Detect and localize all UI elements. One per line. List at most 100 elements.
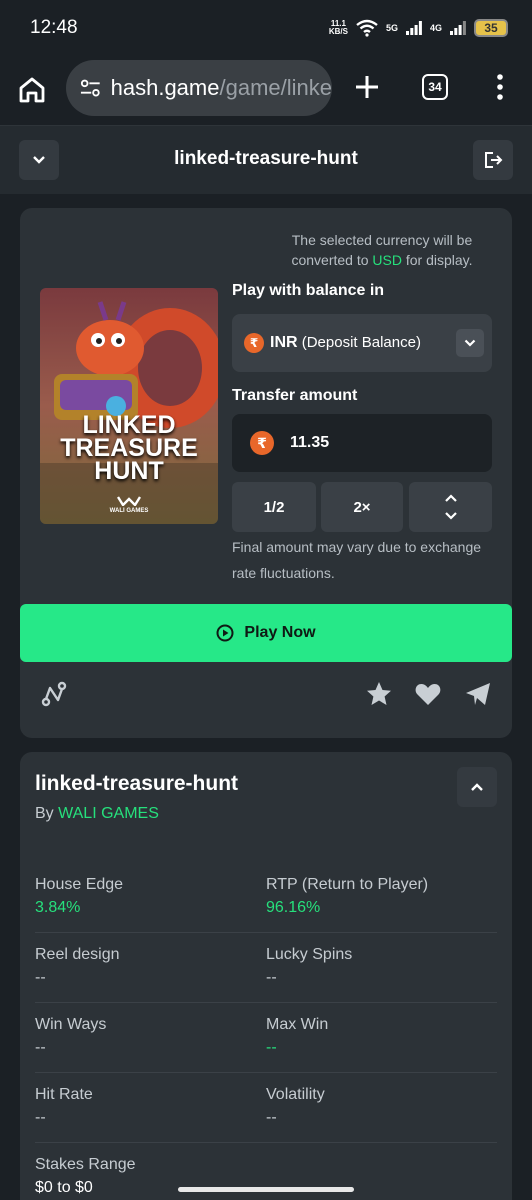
game-provider-line: By WALI GAMES: [35, 805, 159, 823]
network-5g-label: 5G: [385, 23, 398, 33]
rupee-coin-icon: ₹: [250, 431, 274, 455]
battery-icon: 35: [474, 19, 508, 37]
rupee-coin-icon: ₹: [244, 333, 264, 353]
currency-select-value: INR (Deposit Balance): [270, 334, 421, 352]
heart-icon[interactable]: [414, 680, 442, 708]
final-amount-note: Final amount may vary due to exchange ra…: [232, 539, 482, 581]
game-info-card: linked-treasure-hunt By WALI GAMES House…: [20, 752, 512, 1200]
stat-lucky-spins: Lucky Spins --: [266, 946, 496, 987]
home-indicator[interactable]: [178, 1187, 354, 1192]
exit-icon: [485, 152, 503, 168]
currency-select[interactable]: ₹ INR (Deposit Balance): [232, 314, 492, 372]
currency-symbol: ₹: [257, 434, 267, 451]
play-now-button[interactable]: Play Now: [20, 604, 512, 662]
stat-value: --: [266, 969, 277, 986]
status-icons: 11.1 KB/S 5G 4G 35: [329, 19, 508, 37]
double-button[interactable]: 2×: [321, 482, 403, 532]
stat-label: RTP (Return to Player): [266, 876, 429, 893]
game-info-title: linked-treasure-hunt: [35, 772, 239, 795]
stat-house-edge: House Edge 3.84%: [35, 876, 265, 917]
game-thumbnail[interactable]: LINKED TREASURE HUNT WALI GAMES: [40, 288, 218, 524]
url-host: hash.game: [110, 75, 220, 100]
tab-count: 34: [428, 80, 442, 94]
stat-label: Max Win: [266, 1016, 329, 1033]
row-divider: [35, 1072, 497, 1073]
half-button[interactable]: 1/2: [232, 482, 316, 532]
collapse-info-button[interactable]: [457, 767, 497, 807]
battery-level: 35: [484, 21, 498, 35]
url-path: /game/linke: [219, 75, 332, 100]
provider-logo-text: WALI GAMES: [109, 508, 149, 514]
balance-label: Play with balance in: [232, 282, 385, 299]
stat-value: --: [35, 969, 46, 986]
amount-stepper-button[interactable]: [409, 482, 492, 532]
tab-switcher-button[interactable]: 34: [422, 74, 448, 100]
stat-reel-design: Reel design --: [35, 946, 265, 987]
exit-game-button[interactable]: [473, 140, 513, 180]
network-speed: 11.1 KB/S: [329, 20, 348, 36]
up-down-chevron-icon: [444, 494, 457, 520]
stat-win-ways: Win Ways --: [35, 1016, 265, 1057]
stat-max-win: Max Win --: [266, 1016, 496, 1057]
currency-code: INR: [270, 334, 298, 351]
page-title: linked-treasure-hunt: [174, 148, 358, 169]
row-divider: [35, 932, 497, 933]
provider-prefix: By: [35, 805, 59, 822]
network-4g-label: 4G: [429, 23, 442, 33]
provider-link[interactable]: WALI GAMES: [58, 805, 159, 822]
site-settings-icon[interactable]: [80, 78, 101, 98]
status-bar: 12:48 11.1 KB/S 5G 4G 35: [0, 0, 532, 56]
play-circle-icon: [216, 624, 234, 642]
currency-note-usd: USD: [372, 252, 402, 268]
stat-rtp: RTP (Return to Player) 96.16%: [266, 876, 496, 917]
stat-volatility: Volatility --: [266, 1086, 496, 1127]
stat-label: Volatility: [266, 1086, 325, 1103]
stat-hit-rate: Hit Rate --: [35, 1086, 265, 1127]
stat-label: House Edge: [35, 876, 124, 893]
game-logo-line: HUNT: [94, 457, 164, 485]
new-tab-icon[interactable]: [350, 70, 384, 104]
network-speed-unit: KB/S: [328, 27, 348, 36]
transfer-label: Transfer amount: [232, 387, 358, 404]
stat-value: 3.84%: [35, 899, 81, 916]
play-now-label: Play Now: [244, 624, 316, 641]
amount-value: 11.35: [290, 434, 330, 451]
stat-label: Lucky Spins: [266, 946, 353, 963]
star-icon[interactable]: [365, 680, 393, 708]
stat-label: Hit Rate: [35, 1086, 93, 1103]
stat-value: 96.16%: [266, 899, 321, 916]
stat-value: --: [266, 1109, 277, 1126]
more-menu-icon[interactable]: [488, 72, 512, 102]
stat-label: Win Ways: [35, 1016, 107, 1033]
chevron-up-icon: [471, 783, 483, 791]
browser-toolbar: hash.game/game/linke 34: [0, 56, 532, 124]
currency-note-suffix: for display.: [401, 252, 473, 268]
signal-icon: [405, 21, 422, 35]
stat-value: --: [35, 1109, 46, 1126]
stat-value: --: [35, 1039, 46, 1056]
provider-logo: WALI GAMES: [40, 496, 218, 514]
row-divider: [35, 1142, 497, 1143]
game-logo-title: LINKED TREASURE HUNT: [40, 413, 218, 485]
wifi-icon: [356, 19, 378, 37]
chevron-down-icon[interactable]: [456, 329, 484, 357]
currency-symbol: ₹: [249, 336, 259, 350]
home-icon[interactable]: [16, 74, 48, 106]
currency-desc: (Deposit Balance): [301, 334, 421, 351]
telegram-icon[interactable]: [464, 680, 492, 708]
stat-label: Stakes Range: [35, 1156, 136, 1173]
route-icon[interactable]: [40, 680, 68, 708]
url-text: hash.game/game/linke: [111, 75, 332, 101]
signal-icon: [450, 21, 466, 35]
amount-input[interactable]: ₹ 11.35: [232, 414, 492, 472]
row-divider: [35, 1002, 497, 1003]
status-time: 12:48: [30, 17, 78, 38]
stat-label: Reel design: [35, 946, 120, 963]
address-bar[interactable]: hash.game/game/linke: [66, 60, 332, 116]
currency-note: The selected currency will be converted …: [262, 230, 502, 270]
play-card: The selected currency will be converted …: [20, 208, 512, 738]
stat-value: --: [266, 1039, 277, 1056]
wali-logo-icon: [116, 496, 142, 507]
game-artwork: [40, 288, 218, 524]
game-header: linked-treasure-hunt: [0, 126, 532, 194]
